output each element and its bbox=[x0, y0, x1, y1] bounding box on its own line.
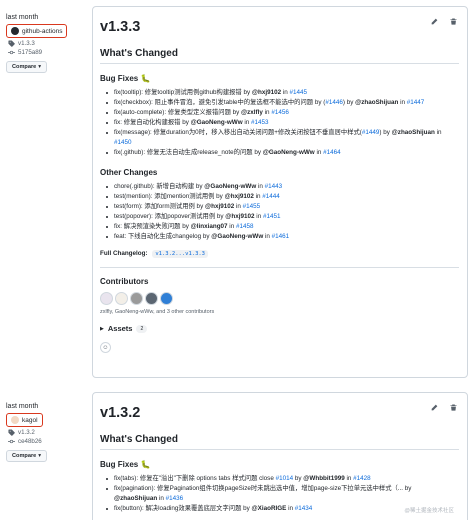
assets-label: Assets bbox=[107, 324, 133, 333]
commit-hash: 5175a89 bbox=[18, 49, 43, 56]
pr-link[interactable]: #1447 bbox=[407, 99, 425, 106]
contributor-avatar[interactable] bbox=[145, 292, 158, 305]
contributor-avatar[interactable] bbox=[100, 292, 113, 305]
list-item: fix(message): 修复duration为0时，移入移出自动关闭问题+修… bbox=[100, 128, 459, 148]
chevron-down-icon: ▾ bbox=[38, 64, 42, 70]
list-item: fix(auto-complete): 修复类型定义报错问题 by @zxlfl… bbox=[100, 108, 459, 118]
pr-link[interactable]: #1464 bbox=[323, 149, 341, 156]
pr-link[interactable]: #1446 bbox=[325, 99, 343, 106]
list-item: test(popover): 添加popover测试用例 by @hxj9102… bbox=[100, 212, 459, 222]
caret-right-icon: ▶ bbox=[100, 325, 104, 332]
tag-label: v1.3.2 bbox=[18, 429, 35, 436]
release-title[interactable]: v1.3.3 bbox=[100, 19, 459, 35]
bug-fixes-list: fix(tooltip): 修复tooltip测试用例github构建报错 by… bbox=[100, 88, 459, 158]
compare-label: Compare bbox=[12, 453, 37, 459]
compare-label: Compare bbox=[12, 64, 37, 70]
pr-link[interactable]: #1461 bbox=[272, 233, 290, 240]
release-title[interactable]: v1.3.2 bbox=[100, 405, 459, 421]
pr-link[interactable]: #1455 bbox=[243, 203, 261, 210]
list-item: test(form): 添加form测试用例 by @hxj9102 in #1… bbox=[100, 202, 459, 212]
pr-link[interactable]: #1453 bbox=[251, 119, 269, 126]
pr-link[interactable]: #1428 bbox=[353, 475, 371, 482]
release-card-v132: v1.3.2 What's Changed Bug Fixes 🐛 fix(ta… bbox=[92, 392, 468, 520]
list-item: fix(tabs): 修复在"溢出"下删除 options tabs 样式问题 … bbox=[100, 474, 459, 484]
release-actions bbox=[431, 404, 457, 411]
issue-link[interactable]: #1014 bbox=[276, 475, 294, 482]
release-date: last month bbox=[6, 403, 39, 410]
bug-fixes-heading: Bug Fixes 🐛 bbox=[100, 460, 151, 469]
github-actions-avatar bbox=[11, 27, 19, 35]
pr-link[interactable]: #1450 bbox=[114, 139, 132, 146]
assets-toggle[interactable]: ▶ Assets 2 bbox=[100, 324, 459, 333]
pr-link[interactable]: #1443 bbox=[265, 183, 283, 190]
list-item: fix(.github): 修复无法自动生成release_note的问题 by… bbox=[100, 148, 459, 158]
watermark: @稀土掘金技术社区 bbox=[404, 508, 454, 514]
contributor-avatar[interactable] bbox=[160, 292, 173, 305]
author-badge[interactable]: github-actions bbox=[6, 24, 68, 38]
tag-icon bbox=[8, 429, 15, 436]
chevron-down-icon: ▾ bbox=[38, 453, 42, 459]
commit-icon bbox=[8, 50, 15, 55]
release-card-v133: v1.3.3 What's Changed Bug Fixes 🐛 fix(to… bbox=[92, 6, 468, 378]
author-name: github-actions bbox=[22, 27, 63, 35]
list-item: feat: 下线自动化生成changelog by @GaoNeng-wWw i… bbox=[100, 232, 459, 242]
other-changes-list: chore(.github): 新增自动构建 by @GaoNeng-wWw i… bbox=[100, 182, 459, 242]
kagol-avatar bbox=[11, 416, 19, 424]
tag-row[interactable]: v1.3.2 bbox=[6, 429, 90, 436]
whats-changed-heading: What's Changed bbox=[100, 48, 459, 64]
full-changelog: Full Changelog: v1.3.2...v1.3.3 bbox=[100, 250, 459, 258]
whats-changed-heading: What's Changed bbox=[100, 434, 459, 450]
commit-row[interactable]: 5175a89 bbox=[6, 49, 90, 56]
tag-label: v1.3.3 bbox=[18, 40, 35, 47]
divider bbox=[100, 267, 459, 268]
compare-button[interactable]: Compare ▾ bbox=[6, 450, 48, 462]
list-item: fix: 修复自动化构建报错 by @GaoNeng-wWw in #1453 bbox=[100, 118, 459, 128]
list-item: chore(.github): 新增自动构建 by @GaoNeng-wWw i… bbox=[100, 182, 459, 192]
contributors-heading: Contributors bbox=[100, 277, 149, 286]
list-item: test(mention): 添加mention测试用例 by @hxj9102… bbox=[100, 192, 459, 202]
other-changes-heading: Other Changes bbox=[100, 168, 158, 177]
pr-link[interactable]: #1458 bbox=[236, 223, 254, 230]
changelog-link[interactable]: v1.3.2...v1.3.3 bbox=[152, 250, 208, 258]
smiley-icon[interactable]: ☺ bbox=[100, 342, 111, 353]
list-item: fix(tooltip): 修复tooltip测试用例github构建报错 by… bbox=[100, 88, 459, 98]
pr-link[interactable]: #1445 bbox=[290, 89, 308, 96]
trash-icon[interactable] bbox=[450, 404, 457, 411]
author-badge[interactable]: kagol bbox=[6, 413, 43, 427]
contributor-avatar[interactable] bbox=[130, 292, 143, 305]
compare-button[interactable]: Compare ▾ bbox=[6, 61, 48, 73]
release-date: last month bbox=[6, 14, 39, 21]
trash-icon[interactable] bbox=[450, 18, 457, 25]
pr-link[interactable]: #1444 bbox=[262, 193, 280, 200]
list-item: fix(pagination): 修复Pagination组件切换pageSiz… bbox=[100, 484, 459, 504]
assets-count: 2 bbox=[136, 324, 148, 333]
pr-link[interactable]: #1456 bbox=[271, 109, 289, 116]
release-meta-v132: last month kagol v1.3.2 ce48b26 Compare … bbox=[6, 403, 90, 462]
pr-link[interactable]: #1436 bbox=[166, 495, 184, 502]
author-name: kagol bbox=[22, 416, 38, 424]
release-actions bbox=[431, 18, 457, 25]
contributor-avatar[interactable] bbox=[115, 292, 128, 305]
release-meta-v133: last month github-actions v1.3.3 5175a89… bbox=[6, 14, 90, 73]
commit-hash: ce48b26 bbox=[18, 438, 42, 445]
list-item: fix: 解决预渲染失败问题 by @linxiang07 in #1458 bbox=[100, 222, 459, 232]
contributors-avatars bbox=[100, 292, 459, 305]
pr-link[interactable]: #1449 bbox=[362, 129, 380, 136]
contributors-text: zxlfly, GaoNeng-wWw, and 3 other contrib… bbox=[100, 309, 215, 315]
pencil-icon[interactable] bbox=[431, 404, 438, 411]
commit-row[interactable]: ce48b26 bbox=[6, 438, 90, 445]
tag-row[interactable]: v1.3.3 bbox=[6, 40, 90, 47]
changelog-label: Full Changelog: bbox=[100, 250, 148, 257]
pencil-icon[interactable] bbox=[431, 18, 438, 25]
commit-icon bbox=[8, 439, 15, 444]
list-item: fix(checkbox): 阻止事件冒泡，避免引发table中的复选框不能选中… bbox=[100, 98, 459, 108]
tag-icon bbox=[8, 40, 15, 47]
pr-link[interactable]: #1451 bbox=[263, 213, 281, 220]
bug-fixes-heading: Bug Fixes 🐛 bbox=[100, 74, 151, 83]
pr-link[interactable]: #1434 bbox=[295, 505, 313, 512]
